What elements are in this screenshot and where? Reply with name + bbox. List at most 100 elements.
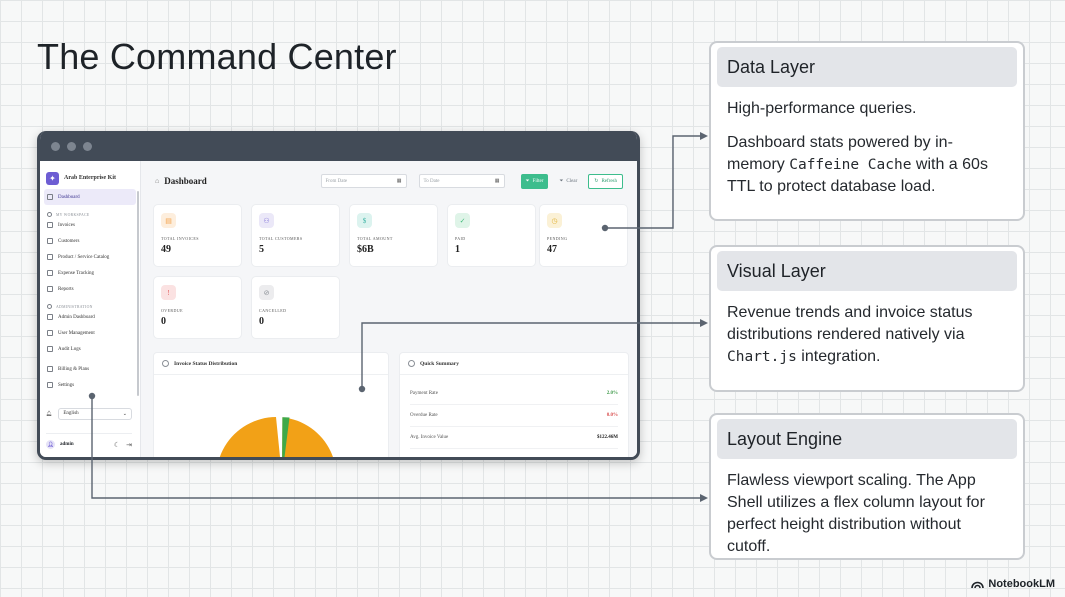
- sidebar-item-billing[interactable]: Billing & Plans: [40, 361, 140, 377]
- sidebar-item-label: Product / Service Catalog: [58, 254, 110, 260]
- watermark: NotebookLM: [971, 578, 1055, 590]
- callout-visual-layer: Visual Layer Revenue trends and invoice …: [709, 245, 1025, 392]
- callout-layout-engine: Layout Engine Flawless viewport scaling.…: [709, 413, 1025, 560]
- dollar-icon: $: [357, 213, 372, 228]
- bell-icon[interactable]: 🔔︎: [46, 411, 52, 417]
- callout-heading: Visual Layer: [717, 251, 1017, 291]
- summary-row-payment-rate: Payment Rate 2.0%: [410, 383, 618, 405]
- language-select[interactable]: English ⌄: [58, 407, 132, 420]
- callout-data-layer: Data Layer High-performance queries. Das…: [709, 41, 1025, 221]
- user-row: 👤︎ admin ☾ ⇥: [46, 433, 132, 449]
- sidebar-item-user-management[interactable]: User Management: [40, 325, 140, 341]
- stat-label: TOTAL INVOICES: [161, 236, 199, 241]
- calendar-icon: ▦: [396, 179, 402, 184]
- sidebar: ✦ Arab Enterprise Kit Dashboard MY WORKS…: [40, 161, 141, 457]
- from-date-placeholder: From Date: [325, 178, 348, 184]
- callout-heading: Data Layer: [717, 47, 1017, 87]
- panel-header: Invoice Status Distribution: [154, 353, 388, 375]
- refresh-button[interactable]: ↻ Refresh: [588, 173, 623, 189]
- refresh-label: Refresh: [601, 178, 617, 184]
- sidebar-item-customers[interactable]: Customers: [40, 233, 140, 249]
- sidebar-item-label: Customers: [58, 238, 80, 244]
- callout-body: High-performance queries. Dashboard stat…: [717, 87, 1017, 198]
- section-icon: [47, 212, 52, 217]
- user-icon: [47, 330, 53, 336]
- summary-label: Avg. Invoice Value: [410, 435, 449, 440]
- stat-card-cancelled: ⊘ CANCELLED 0: [251, 276, 340, 339]
- invoice-status-pie: [219, 417, 333, 457]
- sidebar-item-label: Dashboard: [58, 194, 80, 200]
- sidebar-item-label: Reports: [58, 286, 74, 292]
- moon-icon[interactable]: ☾: [114, 441, 120, 449]
- summary-row-overdue-rate: Overdue Rate 0.0%: [410, 405, 618, 427]
- sidebar-item-reports[interactable]: Reports: [40, 281, 140, 297]
- stat-card-pending: ◷ PENDING 47: [539, 204, 628, 267]
- sidebar-item-audit-logs[interactable]: Audit Logs: [40, 341, 140, 357]
- stat-value: $6B: [357, 244, 374, 255]
- filter-button[interactable]: ⏷ Filter: [520, 173, 549, 189]
- pie-slice-pending: [219, 417, 333, 457]
- stat-card-total-customers: ⚇ TOTAL CUSTOMERS 5: [251, 204, 340, 267]
- callout-heading: Layout Engine: [717, 419, 1017, 459]
- stat-label: TOTAL CUSTOMERS: [259, 236, 303, 241]
- app-window-mockup: ✦ Arab Enterprise Kit Dashboard MY WORKS…: [37, 131, 640, 460]
- stat-label: TOTAL AMOUNT: [357, 236, 393, 241]
- main-content: ⌂ Dashboard From Date ▦ To Date ▦ ⏷ Filt…: [141, 161, 637, 457]
- user-actions: ☾ ⇥: [114, 441, 132, 449]
- dashboard-icon: [47, 194, 53, 200]
- sidebar-item-catalog[interactable]: Product / Service Catalog: [40, 249, 140, 265]
- clock-icon: ◷: [547, 213, 562, 228]
- home-icon: ⌂: [155, 177, 160, 185]
- document-icon: ▤: [161, 213, 176, 228]
- sidebar-item-expenses[interactable]: Expense Tracking: [40, 265, 140, 281]
- window-dot-minimize: [67, 141, 76, 151]
- stat-value: 49: [161, 244, 171, 255]
- to-date-input[interactable]: To Date ▦: [418, 174, 505, 188]
- sidebar-item-settings[interactable]: Settings: [40, 377, 140, 393]
- callout-body: Revenue trends and invoice status distri…: [717, 291, 1017, 368]
- summary-value: 0.0%: [606, 413, 618, 418]
- avatar[interactable]: 👤︎: [46, 440, 55, 449]
- page-title-text: Dashboard: [164, 176, 207, 186]
- nav-section-workspace: MY WORKSPACE: [40, 205, 140, 217]
- window-titlebar: [40, 131, 637, 161]
- window-dot-maximize: [83, 141, 92, 151]
- stat-label: CANCELLED: [259, 308, 287, 313]
- users-icon: ⚇: [259, 213, 274, 228]
- clear-button[interactable]: ⏷ Clear: [554, 174, 582, 189]
- arrow-head-data: [700, 132, 708, 140]
- app-shell: ✦ Arab Enterprise Kit Dashboard MY WORKS…: [40, 161, 637, 457]
- watermark-text: NotebookLM: [988, 578, 1055, 590]
- callout-text: Flawless viewport scaling. The App Shell…: [727, 472, 985, 555]
- refresh-icon: ↻: [594, 179, 599, 184]
- invoice-status-panel: Invoice Status Distribution: [153, 352, 389, 457]
- callout-body: Flawless viewport scaling. The App Shell…: [717, 459, 1017, 558]
- from-date-input[interactable]: From Date ▦: [320, 174, 407, 188]
- stat-card-total-amount: $ TOTAL AMOUNT $6B: [349, 204, 438, 267]
- stat-label: PENDING: [547, 236, 568, 241]
- stat-label: OVERDUE: [161, 308, 183, 313]
- logout-icon[interactable]: ⇥: [126, 441, 132, 449]
- to-date-placeholder: To Date: [423, 178, 440, 184]
- gear-icon: [47, 382, 53, 388]
- summary-row-avg-invoice: Avg. Invoice Value $122.46M: [410, 427, 618, 449]
- stat-card-total-invoices: ▤ TOTAL INVOICES 49: [153, 204, 242, 267]
- sidebar-item-label: Admin Dashboard: [58, 314, 95, 320]
- page-title: ⌂ Dashboard: [155, 176, 207, 186]
- sidebar-item-admin-dashboard[interactable]: Admin Dashboard: [40, 309, 140, 325]
- users-icon: [47, 238, 53, 244]
- sidebar-item-dashboard[interactable]: Dashboard: [44, 189, 136, 205]
- window-dot-close: [51, 141, 60, 151]
- credit-card-icon: [47, 366, 53, 372]
- topbar: ⌂ Dashboard From Date ▦ To Date ▦ ⏷ Filt…: [141, 161, 637, 201]
- sidebar-item-invoices[interactable]: Invoices: [40, 217, 140, 233]
- code-span: Chart.js: [727, 349, 797, 365]
- callout-text: Revenue trends and invoice status distri…: [727, 302, 1007, 368]
- notebooklm-logo-icon: [971, 581, 985, 588]
- invoice-icon: [47, 222, 53, 228]
- stat-value: 0: [259, 316, 264, 327]
- sidebar-scrollbar[interactable]: [137, 191, 139, 396]
- clear-filter-icon: ⏷: [559, 179, 564, 184]
- nav-section-admin: ADMINISTRATION: [40, 297, 140, 309]
- nav-section-label: ADMINISTRATION: [56, 305, 93, 309]
